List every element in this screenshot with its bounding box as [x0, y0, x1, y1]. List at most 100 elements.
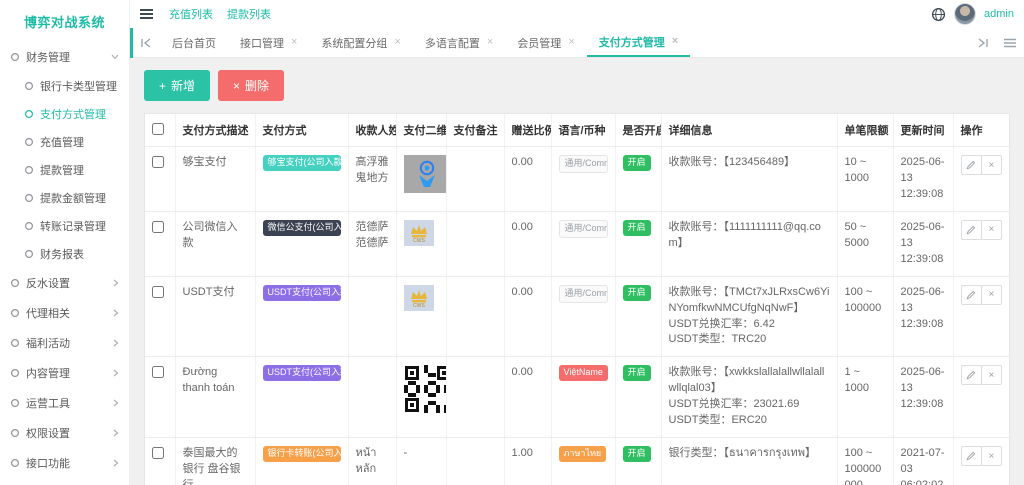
details-cell: 收款账号：【xwkkslallalallwllalallwllqlal03】US…	[661, 357, 837, 438]
row-delete-button[interactable]: ×	[981, 155, 1002, 175]
chevron-down-icon	[111, 54, 119, 60]
sidebar-item[interactable]: 内容管理	[0, 358, 129, 388]
enabled-badge[interactable]: 开启	[623, 155, 651, 171]
menu-circle-icon	[10, 338, 20, 348]
details-line: 收款账号：【123456489】	[669, 155, 830, 171]
edit-button[interactable]	[961, 155, 982, 175]
username: admin	[984, 8, 1014, 20]
chevron-right-icon	[113, 429, 119, 437]
sidebar-item[interactable]: 财务管理	[0, 42, 129, 72]
menu-circle-icon	[10, 278, 20, 288]
add-button[interactable]: + 新增	[144, 70, 210, 101]
payment-qrcode-cell	[396, 147, 446, 212]
sidebar-item[interactable]: 反水设置	[0, 268, 129, 298]
sidebar-subitem[interactable]: 提款管理	[0, 156, 129, 184]
table-row: 泰国最大的银行 盘谷银行银行卡转账(公司入款)หน้าหลัก-1.00ภาษา…	[145, 438, 1009, 485]
qr-dash-placeholder: -	[404, 447, 408, 459]
row-checkbox[interactable]	[152, 447, 164, 459]
sidebar-item[interactable]: 运营工具	[0, 388, 129, 418]
row-checkbox-cell	[145, 276, 175, 357]
column-header: 支付备注	[446, 114, 504, 147]
sidebar-subitem[interactable]: 支付方式管理	[0, 100, 129, 128]
row-checkbox[interactable]	[152, 221, 164, 233]
payment-method-cell: 微信公支付(公司入款)	[255, 211, 348, 276]
sidebar-item[interactable]: 福利活动	[0, 328, 129, 358]
single-limit-cell: 50 ~ 5000	[837, 211, 893, 276]
enabled-badge[interactable]: 开启	[623, 220, 651, 236]
row-delete-button[interactable]: ×	[981, 220, 1002, 240]
sidebar-item[interactable]: 日志管理	[0, 478, 129, 485]
topbar-link-recharge-list[interactable]: 充值列表	[169, 6, 213, 22]
enabled-badge[interactable]: 开启	[623, 285, 651, 301]
language-badge: ViệtName	[559, 365, 608, 381]
edit-button[interactable]	[961, 365, 982, 385]
sidebar-subitem-label: 银行卡类型管理	[40, 78, 117, 94]
menu-circle-icon	[24, 137, 34, 147]
tab-会员管理[interactable]: 会员管理×	[505, 28, 586, 57]
tab-系统配置分组[interactable]: 系统配置分组×	[309, 28, 412, 57]
sidebar-subitem[interactable]: 银行卡类型管理	[0, 72, 129, 100]
tab-close-icon[interactable]: ×	[394, 37, 400, 48]
operations-cell: ×	[953, 438, 1009, 485]
select-all-checkbox[interactable]	[152, 123, 164, 135]
content: + 新增 × 删除	[130, 58, 1024, 485]
avatar[interactable]	[954, 3, 976, 25]
menu-circle-icon	[10, 308, 20, 318]
payment-method-badge: 银行卡转账(公司入款)	[263, 446, 341, 462]
row-checkbox[interactable]	[152, 286, 164, 298]
delete-button[interactable]: × 删除	[218, 70, 284, 101]
edit-button[interactable]	[961, 285, 982, 305]
globe-icon[interactable]	[931, 7, 946, 22]
tab-后台首页[interactable]: 后台首页	[160, 28, 228, 57]
edit-button[interactable]	[961, 220, 982, 240]
column-header: 收款人姓名	[348, 114, 396, 147]
crown-logo-image: CWS	[404, 220, 434, 246]
row-delete-button[interactable]: ×	[981, 446, 1002, 466]
tab-支付方式管理[interactable]: 支付方式管理×	[587, 28, 690, 57]
row-delete-button[interactable]: ×	[981, 365, 1002, 385]
sidebar-subitem-label: 充值管理	[40, 134, 84, 150]
single-limit-cell: 100 ~ 100000	[837, 276, 893, 357]
bonus-ratio-cell: 0.00	[504, 357, 551, 438]
payment-description-cell: Đường thanh toán	[175, 357, 255, 438]
operations-cell: ×	[953, 276, 1009, 357]
tab-接口管理[interactable]: 接口管理×	[228, 28, 309, 57]
tab-options-icon[interactable]	[996, 38, 1024, 48]
tab-scroll-right-icon[interactable]	[969, 38, 996, 48]
payment-method-badge: USDT支付(公司入款)	[263, 285, 341, 301]
sidebar-item[interactable]: 权限设置	[0, 418, 129, 448]
payment-method-badge: 微信公支付(公司入款)	[263, 220, 341, 236]
table-body: 够宝支付够宝支付(公司入款)高浮雅鬼地方0.00通用/Common开启收款账号：…	[145, 147, 1009, 485]
updated-time-cell: 2025-06-13 12:39:08	[893, 357, 953, 438]
row-checkbox[interactable]	[152, 156, 164, 168]
column-header: 操作	[953, 114, 1009, 147]
topbar-link-withdraw-list[interactable]: 提款列表	[227, 6, 271, 22]
tab-close-icon[interactable]: ×	[291, 37, 297, 48]
sidebar-subitem[interactable]: 财务报表	[0, 240, 129, 268]
sidebar-subitem[interactable]: 转账记录管理	[0, 212, 129, 240]
payment-qrcode-cell	[396, 357, 446, 438]
details-line: USDT类型：ERC20	[669, 413, 830, 429]
edit-button[interactable]	[961, 446, 982, 466]
tab-close-icon[interactable]: ×	[487, 37, 493, 48]
sidebar-item[interactable]: 接口功能	[0, 448, 129, 478]
tab-close-icon[interactable]: ×	[568, 37, 574, 48]
enabled-badge[interactable]: 开启	[623, 446, 651, 462]
sidebar-item[interactable]: 代理相关	[0, 298, 129, 328]
sidebar-subitem[interactable]: 充值管理	[0, 128, 129, 156]
language-badge: 通用/Common	[559, 220, 608, 238]
row-delete-button[interactable]: ×	[981, 285, 1002, 305]
sidebar-subitem[interactable]: 提款金额管理	[0, 184, 129, 212]
enabled-badge[interactable]: 开启	[623, 365, 651, 381]
tab-close-icon[interactable]: ×	[672, 36, 678, 47]
tab-scroll-left-icon[interactable]	[133, 38, 160, 48]
sidebar-toggle-icon[interactable]	[140, 9, 153, 19]
column-header: 语言/币种	[551, 114, 615, 147]
tab-多语言配置[interactable]: 多语言配置×	[413, 28, 505, 57]
row-checkbox-cell	[145, 438, 175, 485]
bonus-ratio-cell: 0.00	[504, 147, 551, 212]
sidebar-item-label: 代理相关	[26, 305, 70, 321]
menu-circle-icon	[24, 165, 34, 175]
row-checkbox[interactable]	[152, 366, 164, 378]
chevron-right-icon	[113, 339, 119, 347]
